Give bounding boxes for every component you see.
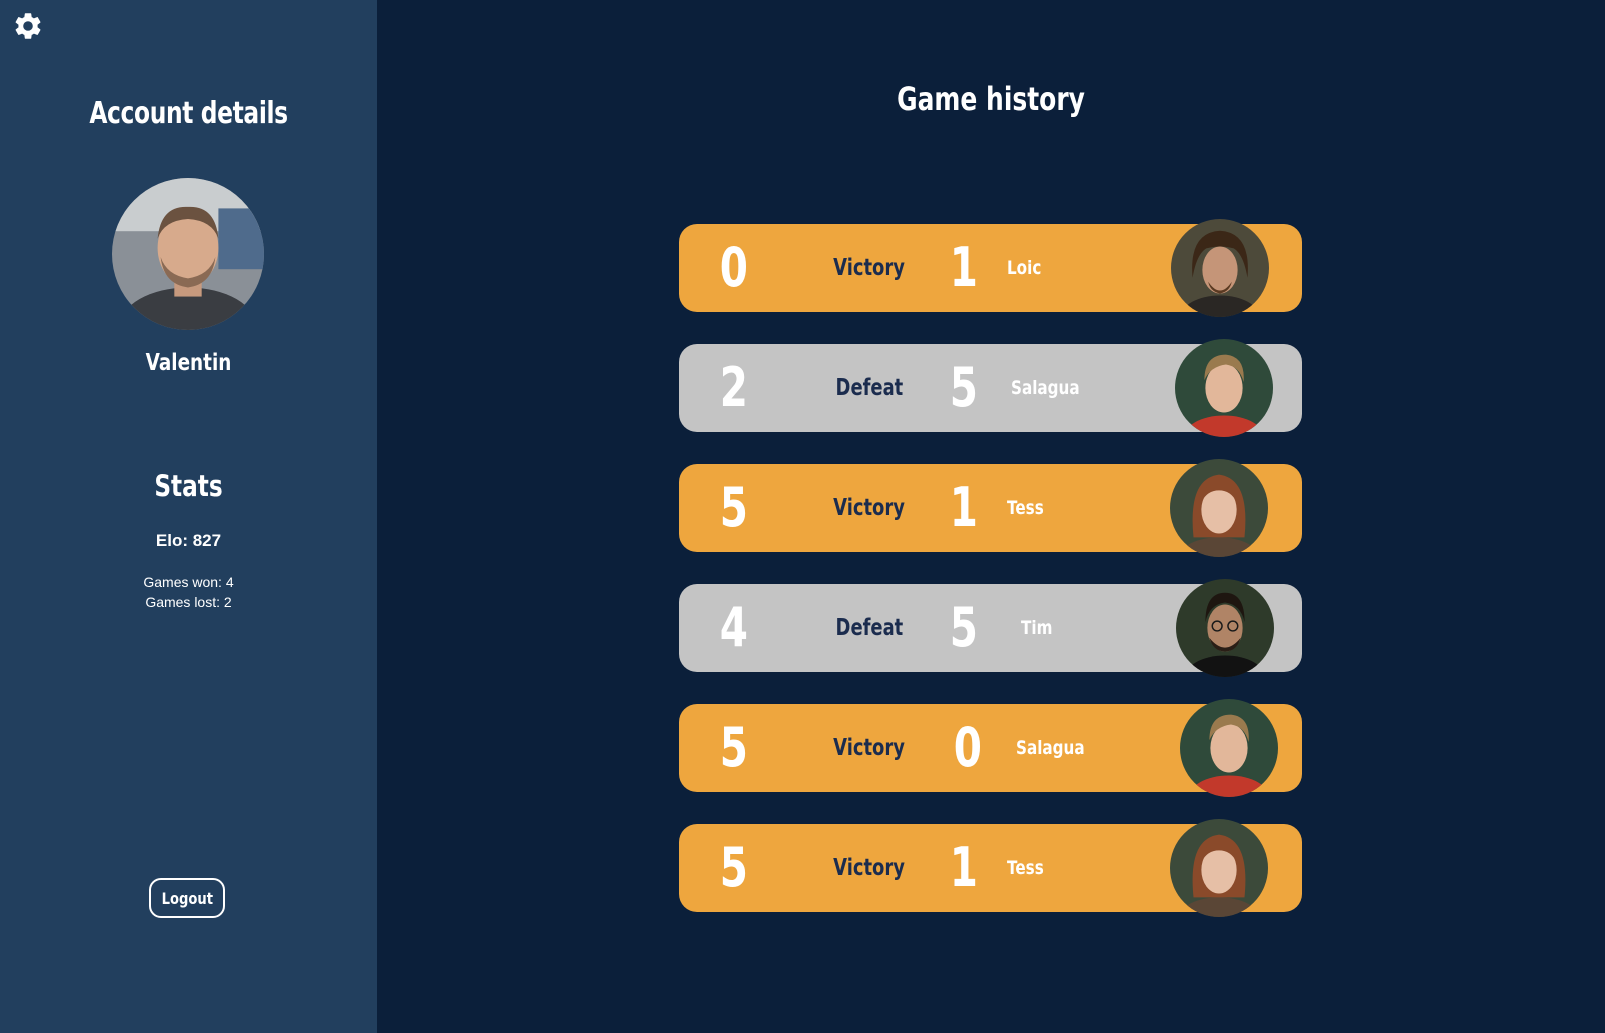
game-row[interactable]: 5 Victory 1 Tess: [679, 819, 1302, 917]
opponent-score: 5: [934, 344, 994, 432]
player-score-value: 4: [719, 596, 749, 659]
game-result-label: Victory: [833, 255, 905, 281]
player-score: 2: [704, 344, 764, 432]
opponent-avatar: [1175, 339, 1273, 437]
opponent-avatar: [1170, 819, 1268, 917]
game-result: Victory: [799, 704, 939, 792]
game-result-label: Victory: [833, 855, 905, 881]
player-score-value: 2: [719, 356, 749, 419]
opponent-score: 5: [934, 584, 994, 672]
opponent-score: 1: [934, 464, 994, 552]
opponent-name: Salagua: [1016, 737, 1085, 759]
games-won: Games won: 4: [143, 574, 234, 590]
opponent-score-value: 1: [949, 476, 979, 539]
game-result: Victory: [799, 224, 939, 312]
opponent-avatar: [1171, 219, 1269, 317]
opponent-name: Loic: [1007, 257, 1042, 279]
opponent-name: Tess: [1007, 857, 1044, 879]
opponent-score-value: 0: [953, 716, 983, 779]
player-score: 0: [704, 224, 764, 312]
game-row[interactable]: 0 Victory 1 Loic: [679, 219, 1302, 317]
game-result-label: Defeat: [835, 375, 903, 401]
gear-icon[interactable]: [12, 10, 44, 42]
elo-rating: Elo: 827: [155, 531, 222, 550]
game-row[interactable]: 5 Victory 0 Salagua: [679, 699, 1302, 797]
game-row[interactable]: 4 Defeat 5 Tim: [679, 579, 1302, 677]
games-lost: Games lost: 2: [145, 594, 232, 610]
opponent-score: 1: [934, 224, 994, 312]
user-avatar: [112, 178, 264, 330]
account-details-title: Account details: [89, 96, 288, 131]
username: Valentin: [145, 350, 232, 376]
game-result-label: Victory: [833, 495, 905, 521]
opponent-avatar: [1180, 699, 1278, 797]
game-row[interactable]: 2 Defeat 5 Salagua: [679, 339, 1302, 437]
player-score-value: 5: [719, 476, 749, 539]
player-score: 5: [704, 824, 764, 912]
opponent-avatar: [1176, 579, 1274, 677]
opponent-score-value: 1: [949, 236, 979, 299]
player-score-value: 5: [719, 716, 749, 779]
app-root: Account details Valentin Stats Elo: 827 …: [0, 0, 1605, 1033]
stats-title: Stats: [154, 469, 223, 503]
player-score-value: 0: [719, 236, 749, 299]
game-result: Defeat: [799, 584, 939, 672]
player-score: 5: [704, 464, 764, 552]
opponent-name: Tess: [1007, 497, 1044, 519]
opponent-name: Tim: [1021, 617, 1053, 639]
game-result: Victory: [799, 824, 939, 912]
opponent-score: 1: [934, 824, 994, 912]
player-score: 4: [704, 584, 764, 672]
game-result-label: Victory: [833, 735, 905, 761]
opponent-score: 0: [938, 704, 998, 792]
logout-button[interactable]: Logout: [149, 878, 225, 918]
account-sidebar: Account details Valentin Stats Elo: 827 …: [0, 0, 377, 1033]
opponent-score-value: 5: [949, 596, 979, 659]
game-result: Victory: [799, 464, 939, 552]
logout-label: Logout: [161, 888, 213, 908]
game-row[interactable]: 5 Victory 1 Tess: [679, 459, 1302, 557]
game-result: Defeat: [799, 344, 939, 432]
opponent-score-value: 5: [949, 356, 979, 419]
opponent-score-value: 1: [949, 836, 979, 899]
game-history-title: Game history: [897, 80, 1085, 118]
game-result-label: Defeat: [835, 615, 903, 641]
opponent-avatar: [1170, 459, 1268, 557]
player-score: 5: [704, 704, 764, 792]
opponent-name: Salagua: [1011, 377, 1080, 399]
player-score-value: 5: [719, 836, 749, 899]
